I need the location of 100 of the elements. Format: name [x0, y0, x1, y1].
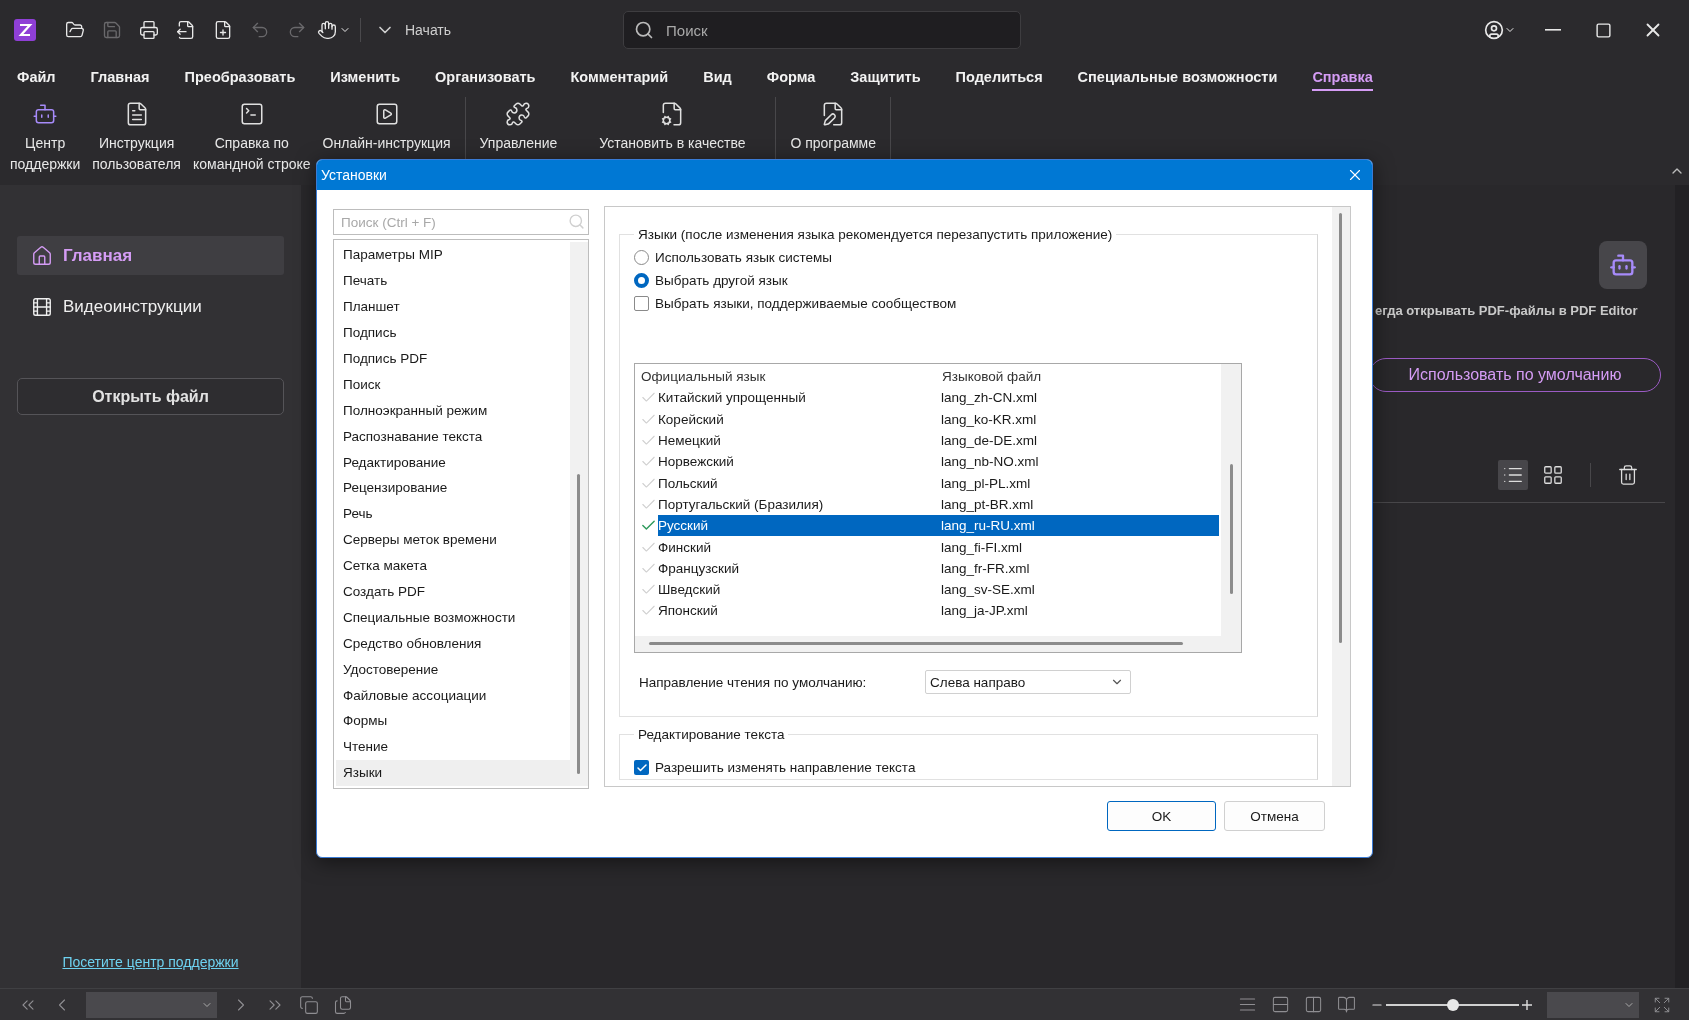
category-item[interactable]: Формы: [336, 708, 570, 734]
ok-button[interactable]: OK: [1107, 801, 1216, 831]
category-item[interactable]: Поиск: [336, 371, 570, 398]
radio-option[interactable]: Использовать язык системы: [634, 246, 1303, 269]
menu-tab[interactable]: Справка: [1312, 64, 1373, 91]
menu-tab[interactable]: Файл: [17, 64, 56, 91]
fullscreen-button[interactable]: [1653, 995, 1671, 1014]
page-number-field[interactable]: [86, 991, 217, 1018]
table-cell-text: Корейский: [658, 411, 725, 427]
radio-button[interactable]: [634, 273, 649, 288]
table-cell-text: Польский: [658, 475, 719, 491]
scrollbar[interactable]: [1332, 207, 1350, 786]
menu-tab[interactable]: Преобразовать: [184, 64, 296, 91]
language-row[interactable]: Корейский lang_ko-KR.xml: [640, 408, 1221, 430]
language-row[interactable]: Норвежский lang_nb-NO.xml: [640, 451, 1221, 473]
zoom-field[interactable]: [1547, 991, 1639, 1018]
zoom-slider-thumb[interactable]: [1446, 998, 1459, 1011]
trash-icon: [1617, 464, 1639, 486]
page-button[interactable]: [299, 994, 319, 1015]
start-button[interactable]: Начать: [369, 15, 458, 45]
dialog-title: Установки: [321, 167, 387, 183]
support-link[interactable]: Посетите центр поддержки: [62, 954, 239, 970]
table-cell-text: lang_fr-FR.xml: [941, 560, 1031, 576]
language-row[interactable]: Немецкий lang_de-DE.xml: [640, 429, 1221, 452]
sidebar-item[interactable]: Видеоинструкции: [17, 287, 284, 326]
menu-tab[interactable]: Комментарий: [570, 64, 669, 91]
two-page-icon: [1304, 995, 1323, 1014]
view-toggle[interactable]: [1498, 460, 1528, 490]
category-item[interactable]: Подпись: [336, 319, 570, 346]
menu-tab[interactable]: Поделиться: [955, 64, 1043, 91]
ribbon-button[interactable]: Центр поддержки: [4, 97, 87, 179]
menu-tab[interactable]: Организовать: [435, 64, 536, 91]
assistant-button[interactable]: [1599, 241, 1647, 289]
menu-tab[interactable]: Защитить: [850, 64, 921, 91]
menu-tab[interactable]: Специальные возможности: [1077, 64, 1278, 91]
category-item[interactable]: Сетка макета: [336, 552, 570, 579]
menu-tab[interactable]: Главная: [90, 64, 150, 91]
category-item[interactable]: Языки: [336, 759, 570, 786]
reading-direction-dropdown[interactable]: Слева направо: [925, 670, 1131, 694]
scrollbar[interactable]: [635, 636, 1241, 652]
table-cell-text: Немецкий: [658, 433, 722, 449]
category-item[interactable]: Создать PDF: [336, 578, 570, 605]
zoom-in-icon[interactable]: [1521, 998, 1533, 1011]
ribbon-button[interactable]: Справка по командной строке: [186, 97, 317, 179]
category-item[interactable]: Печать: [336, 267, 570, 294]
language-row[interactable]: Финский lang_fi-FI.xml: [640, 536, 1221, 558]
language-row[interactable]: Польский lang_pl-PL.xml: [640, 472, 1221, 494]
open-file-button[interactable]: Открыть файл: [17, 378, 284, 415]
category-item[interactable]: Рецензирование: [336, 475, 570, 501]
ribbon-button[interactable]: О программе: [784, 97, 883, 158]
menu-tab[interactable]: Форма: [766, 64, 816, 91]
category-item[interactable]: Полноэкранный режим: [336, 397, 570, 424]
settings-search-field[interactable]: Поиск (Ctrl + F): [333, 209, 589, 235]
puzzle-icon: [505, 101, 532, 127]
category-item[interactable]: Чтение: [336, 733, 570, 760]
checkbox[interactable]: [634, 760, 649, 775]
ribbon-button[interactable]: Инструкция пользователя: [86, 97, 187, 179]
category-item[interactable]: Редактирование: [336, 449, 570, 475]
page-button[interactable]: [333, 994, 353, 1015]
menu-tab[interactable]: Вид: [703, 64, 732, 91]
category-item[interactable]: Средство обновления: [336, 630, 570, 657]
category-item[interactable]: Планшет: [336, 293, 570, 320]
sidebar-item[interactable]: Главная: [17, 236, 284, 275]
two-page-button[interactable]: [1304, 995, 1323, 1014]
ribbon-button[interactable]: Управление: [473, 97, 578, 158]
category-item[interactable]: Распознавание текста: [336, 423, 570, 450]
category-item[interactable]: Параметры MIP: [336, 242, 570, 268]
category-item[interactable]: Файловые ассоциации: [336, 682, 570, 709]
column-header: Языковой файл: [941, 369, 1043, 385]
table-cell-text: lang_pt-BR.xml: [941, 496, 1035, 512]
checkbox-option[interactable]: Разрешить изменять направление текста: [634, 756, 1303, 779]
checkbox-option[interactable]: Выбрать языки, поддерживаемые сообществом: [634, 292, 1303, 315]
category-item[interactable]: Речь: [336, 500, 570, 527]
scrollbar[interactable]: [570, 242, 588, 786]
cancel-button[interactable]: Отмена: [1224, 801, 1325, 831]
radio-option[interactable]: Выбрать другой язык: [634, 269, 1303, 292]
language-row[interactable]: Японский lang_ja-JP.xml: [640, 600, 1221, 622]
scrollbar[interactable]: [1221, 364, 1241, 636]
scrollbar[interactable]: [1675, 185, 1689, 988]
book-view-button[interactable]: [1337, 995, 1356, 1014]
category-item[interactable]: Серверы меток времени: [336, 526, 570, 553]
pages-icon: [299, 994, 319, 1015]
single-page-button[interactable]: [1238, 995, 1257, 1014]
menu-tab[interactable]: Изменить: [330, 64, 401, 91]
category-item[interactable]: Подпись PDF: [336, 345, 570, 372]
scroll-page-button[interactable]: [1271, 995, 1290, 1014]
table-cell-text: Французский: [658, 560, 740, 576]
ribbon-button[interactable]: Онлайн-инструкция: [316, 97, 457, 158]
language-row[interactable]: Китайский упрощенный lang_zh-CN.xml: [640, 387, 1221, 409]
pages-icon: [333, 994, 353, 1015]
language-row[interactable]: Португальский (Бразилия) lang_pt-BR.xml: [640, 493, 1221, 516]
checkbox[interactable]: [634, 296, 649, 311]
ribbon-button[interactable]: Установить в качестве: [577, 97, 768, 158]
language-row[interactable]: Шведский lang_sv-SE.xml: [640, 578, 1221, 601]
minimize-icon: [1545, 29, 1561, 31]
maximize-icon: [1594, 21, 1612, 39]
category-item[interactable]: Удостоверение: [336, 656, 570, 683]
search-field[interactable]: Поиск: [623, 11, 1022, 49]
language-row[interactable]: Французский lang_fr-FR.xml: [640, 557, 1221, 579]
category-item[interactable]: Специальные возможности: [336, 604, 570, 631]
